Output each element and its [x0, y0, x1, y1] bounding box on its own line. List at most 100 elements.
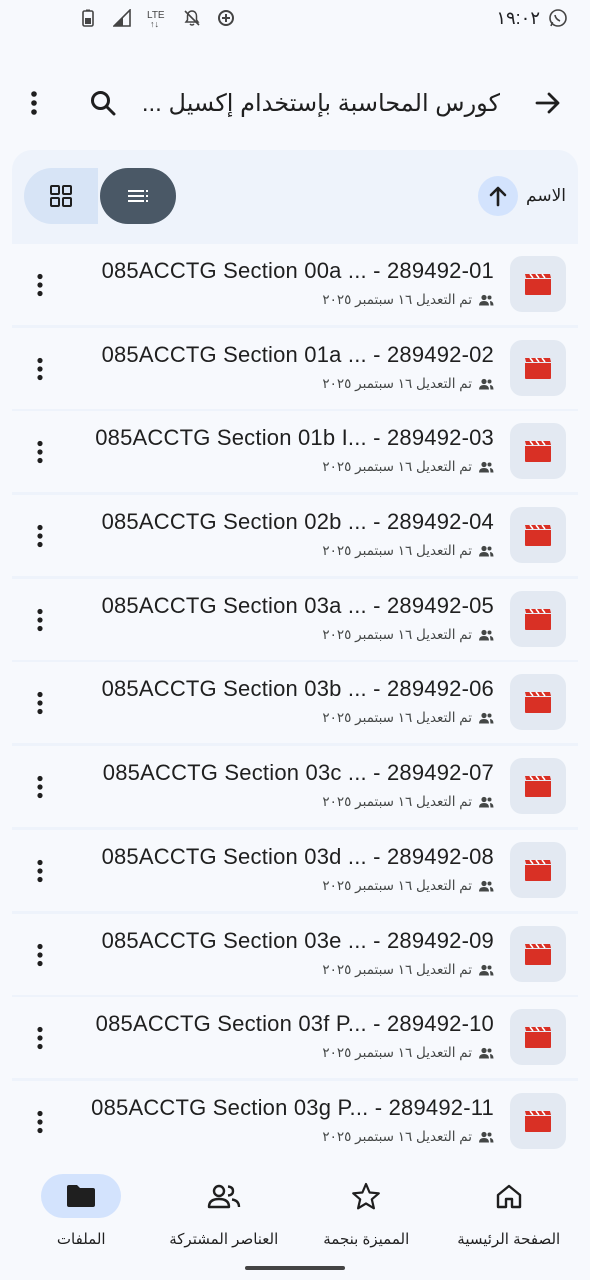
nav-files-label: الملفات	[56, 1231, 106, 1248]
file-row[interactable]: 085ACCTG Section 01a ... - 289492-02 تم …	[12, 327, 578, 409]
file-more-button[interactable]	[16, 1098, 64, 1146]
home-icon	[496, 1184, 521, 1209]
more-vert-icon	[37, 1110, 43, 1133]
back-button[interactable]	[524, 79, 572, 127]
nav-shared-indicator	[184, 1174, 264, 1218]
file-row[interactable]: 085ACCTG Section 03d ... - 289492-08 تم …	[12, 829, 578, 911]
video-file-icon	[510, 1092, 566, 1149]
file-name: 085ACCTG Section 03d ... - 289492-08	[101, 843, 494, 869]
file-row[interactable]: 085ACCTG Section 03b ... - 289492-06 تم …	[12, 662, 578, 744]
file-more-button[interactable]	[16, 512, 64, 560]
file-modified-text: تم التعديل ١٦ سبتمبر ٢٠٢٥	[322, 710, 472, 726]
file-name: 085ACCTG Section 02b ... - 289492-04	[101, 509, 494, 535]
file-meta: تم التعديل ١٦ سبتمبر ٢٠٢٥	[322, 459, 494, 475]
lte-icon: LTE ↑↓	[146, 8, 168, 28]
file-more-button[interactable]	[16, 596, 64, 644]
nav-home-indicator	[469, 1174, 549, 1218]
file-browser: الاسم 085ACCTG Section 00a ... - 289492-…	[12, 150, 578, 1162]
file-row[interactable]: 085ACCTG Section 03c ... - 289492-07 تم …	[12, 746, 578, 828]
more-vert-icon	[37, 273, 43, 297]
list-view-button[interactable]	[100, 168, 176, 224]
shared-people-icon	[479, 797, 494, 808]
more-vert-icon	[37, 441, 43, 464]
shared-people-icon	[479, 462, 494, 473]
status-bar: LTE ↑↓ ١٩:٠٢	[0, 0, 590, 36]
more-vert-icon	[37, 943, 43, 966]
file-more-button[interactable]	[16, 679, 64, 727]
grid-view-button[interactable]	[24, 168, 98, 224]
file-name: 085ACCTG Section 03b ... - 289492-06	[101, 676, 494, 702]
nav-starred[interactable]: المميزة بنجمة	[296, 1162, 436, 1280]
video-file-icon	[510, 590, 566, 647]
file-row[interactable]: 085ACCTG Section 03f P... - 289492-10 تم…	[12, 997, 578, 1079]
data-saver-icon	[216, 8, 236, 28]
file-more-button[interactable]	[16, 345, 64, 393]
file-modified-text: تم التعديل ١٦ سبتمبر ٢٠٢٥	[322, 877, 472, 893]
file-name: 085ACCTG Section 03g P... - 289492-11	[91, 1094, 494, 1120]
video-file-icon	[510, 256, 566, 312]
nav-shared[interactable]: العناصر المشتركة	[154, 1162, 294, 1280]
file-modified-text: تم التعديل ١٦ سبتمبر ٢٠٢٥	[322, 292, 472, 307]
file-modified-text: تم التعديل ١٦ سبتمبر ٢٠٢٥	[322, 1045, 472, 1061]
whatsapp-icon	[548, 8, 568, 28]
notifications-off-icon	[182, 8, 202, 28]
file-more-button[interactable]	[16, 428, 64, 476]
page-title: كورس المحاسبة بإستخدام إكسيل ...	[141, 89, 500, 117]
star-icon	[352, 1182, 381, 1210]
file-row[interactable]: 085ACCTG Section 00a ... - 289492-01 تم …	[12, 244, 578, 325]
gesture-bar[interactable]	[245, 1266, 345, 1270]
shared-people-icon	[479, 629, 494, 641]
list-view-icon	[128, 190, 148, 202]
bottom-navigation: الملفات العناصر المشتركة المميزة بنجمة ا…	[0, 1162, 590, 1280]
signal-icon	[112, 8, 132, 28]
file-meta: تم التعديل ١٦ سبتمبر ٢٠٢٥	[322, 543, 494, 559]
file-row[interactable]: 085ACCTG Section 02b ... - 289492-04 تم …	[12, 495, 578, 577]
shared-people-icon	[479, 378, 494, 390]
shared-people-icon	[479, 964, 494, 975]
file-more-button[interactable]	[16, 261, 64, 309]
nav-files[interactable]: الملفات	[11, 1162, 151, 1280]
nav-starred-indicator	[326, 1174, 406, 1218]
sort-direction-button[interactable]	[478, 176, 519, 216]
file-meta: تم التعديل ١٦ سبتمبر ٢٠٢٥	[322, 878, 494, 894]
more-vert-icon	[37, 1027, 43, 1050]
file-meta: تم التعديل ١٦ سبتمبر ٢٠٢٥	[322, 794, 494, 810]
nav-home-label: الصفحة الرئيسية	[457, 1231, 561, 1248]
shared-people-icon	[479, 545, 494, 557]
file-row[interactable]: 085ACCTG Section 01b I... - 289492-03 تم…	[12, 411, 578, 493]
nav-home[interactable]: الصفحة الرئيسية	[439, 1162, 579, 1280]
nav-shared-label: العناصر المشتركة	[169, 1231, 279, 1248]
video-file-icon	[510, 1009, 566, 1066]
file-name: 085ACCTG Section 03c ... - 289492-07	[102, 760, 494, 786]
file-more-button[interactable]	[16, 1014, 64, 1062]
file-modified-text: تم التعديل ١٦ سبتمبر ٢٠٢٥	[322, 626, 472, 642]
sort-control[interactable]: الاسم	[478, 176, 566, 216]
file-name: 085ACCTG Section 01b I... - 289492-03	[95, 425, 494, 451]
more-vert-icon	[37, 524, 43, 548]
file-more-button[interactable]	[16, 763, 64, 811]
file-meta: تم التعديل ١٦ سبتمبر ٢٠٢٥	[322, 710, 494, 726]
file-name: 085ACCTG Section 00a ... - 289492-01	[101, 258, 494, 283]
more-vert-icon	[37, 776, 43, 799]
svg-text:↑↓: ↑↓	[150, 19, 159, 28]
video-file-icon	[510, 758, 566, 815]
file-meta: تم التعديل ١٦ سبتمبر ٢٠٢٥	[322, 376, 494, 392]
more-vert-icon	[31, 91, 37, 115]
shared-people-icon	[479, 713, 494, 724]
folder-icon	[67, 1185, 96, 1207]
file-name: 085ACCTG Section 03e ... - 289492-09	[101, 927, 494, 953]
file-more-button[interactable]	[16, 847, 64, 895]
grid-view-icon	[50, 185, 72, 207]
file-row[interactable]: 085ACCTG Section 03e ... - 289492-09 تم …	[12, 913, 578, 995]
file-row[interactable]: 085ACCTG Section 03a ... - 289492-05 تم …	[12, 578, 578, 660]
file-meta: تم التعديل ١٦ سبتمبر ٢٠٢٥	[322, 292, 494, 308]
video-file-icon	[510, 339, 566, 396]
more-options-button[interactable]	[10, 79, 58, 127]
view-toggle	[24, 168, 176, 224]
search-button[interactable]	[79, 79, 127, 127]
file-more-button[interactable]	[16, 931, 64, 979]
video-file-icon	[510, 925, 566, 982]
file-row[interactable]: 085ACCTG Section 03g P... - 289492-11 تم…	[12, 1080, 578, 1162]
battery-icon	[78, 8, 98, 28]
more-vert-icon	[37, 357, 43, 380]
